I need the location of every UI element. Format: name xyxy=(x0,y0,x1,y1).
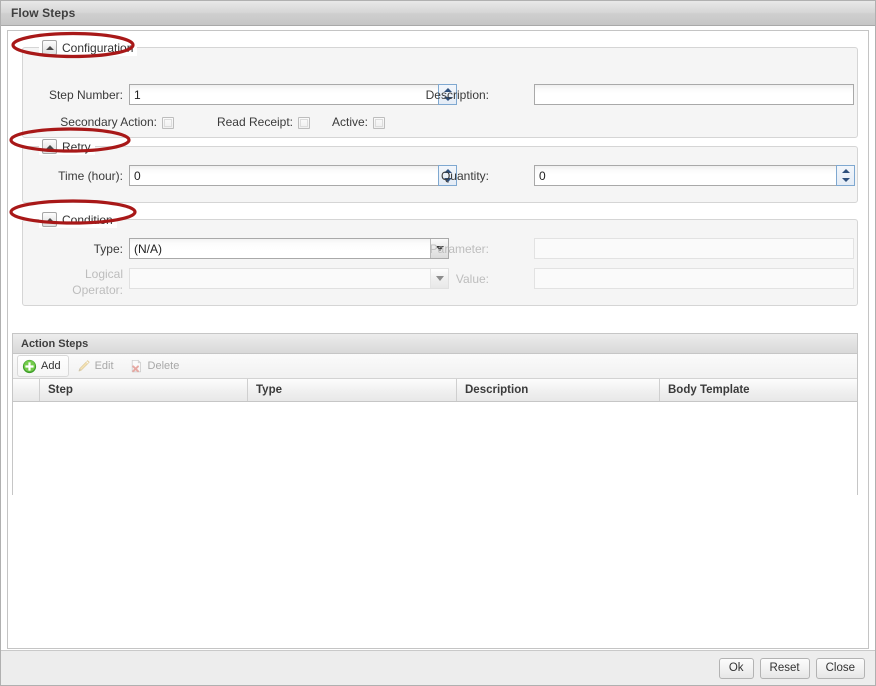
dialog-footer: Ok Reset Close xyxy=(1,650,875,685)
grid-column-type[interactable]: Type xyxy=(248,379,457,401)
plus-circle-icon xyxy=(22,359,37,374)
flow-steps-window: Flow Steps Configuration Step Number: De… xyxy=(0,0,876,686)
configuration-collapse-toggle[interactable] xyxy=(42,40,57,55)
parameter-label: Parameter: xyxy=(429,242,489,256)
delete-page-icon xyxy=(129,359,144,374)
caret-up-icon xyxy=(45,45,54,50)
parameter-input[interactable] xyxy=(534,238,854,259)
form-body: Configuration Step Number: Description: … xyxy=(7,30,869,649)
logical-operator-label-line1: Logical xyxy=(84,267,123,281)
value-input[interactable] xyxy=(534,268,854,289)
retry-time-input[interactable] xyxy=(129,165,439,186)
retry-group: Retry Time (hour): Quantity: xyxy=(22,138,858,203)
action-steps-panel-title: Action Steps xyxy=(21,337,89,350)
condition-type-value: (N/A) xyxy=(134,241,162,256)
caret-up-icon xyxy=(45,217,54,222)
add-button[interactable]: Add xyxy=(17,355,69,377)
action-steps-panel: Action Steps Add Edit Delete Step Type D… xyxy=(12,333,858,495)
ok-button[interactable]: Ok xyxy=(718,657,754,679)
active-checkbox[interactable] xyxy=(373,117,385,129)
delete-button[interactable]: Delete xyxy=(124,355,188,377)
condition-legend-label: Condition xyxy=(62,212,113,227)
grid-column-description[interactable]: Description xyxy=(457,379,660,401)
condition-type-label: Type: xyxy=(93,242,123,256)
retry-collapse-toggle[interactable] xyxy=(42,139,57,154)
action-steps-toolbar: Add Edit Delete xyxy=(13,354,857,379)
retry-quantity-spinner-down[interactable] xyxy=(837,176,854,186)
condition-group: Condition Type: (N/A) Logical Operator: … xyxy=(22,211,858,306)
value-label: Value: xyxy=(455,272,489,286)
action-steps-grid-header: Step Type Description Body Template xyxy=(13,379,857,402)
active-label: Active: xyxy=(331,115,368,129)
read-receipt-label: Read Receipt: xyxy=(216,115,293,129)
grid-column-step[interactable]: Step xyxy=(40,379,248,401)
retry-legend-label: Retry xyxy=(62,139,91,154)
retry-quantity-spinner-up[interactable] xyxy=(837,166,854,176)
description-label: Description: xyxy=(425,88,489,102)
edit-button-label: Edit xyxy=(94,360,114,372)
configuration-legend-label: Configuration xyxy=(62,40,134,55)
grid-column-body-template[interactable]: Body Template xyxy=(660,379,857,401)
read-receipt-checkbox[interactable] xyxy=(298,117,310,129)
caret-up-icon xyxy=(45,144,54,149)
secondary-action-checkbox[interactable] xyxy=(162,117,174,129)
delete-button-label: Delete xyxy=(147,360,180,372)
retry-legend: Retry xyxy=(39,138,95,155)
action-steps-grid-body xyxy=(13,402,857,495)
step-number-input[interactable] xyxy=(129,84,439,105)
retry-quantity-input[interactable] xyxy=(534,165,837,186)
edit-button[interactable]: Edit xyxy=(71,355,122,377)
retry-quantity-spinner[interactable] xyxy=(836,165,855,186)
step-number-label: Step Number: xyxy=(48,88,123,102)
close-button[interactable]: Close xyxy=(815,657,865,679)
window-title-bar: Flow Steps xyxy=(1,1,875,26)
configuration-legend: Configuration xyxy=(39,39,138,56)
reset-button[interactable]: Reset xyxy=(759,657,810,679)
condition-collapse-toggle[interactable] xyxy=(42,212,57,227)
retry-time-label: Time (hour): xyxy=(58,169,123,183)
secondary-action-label: Secondary Action: xyxy=(60,115,157,129)
action-steps-panel-header: Action Steps xyxy=(13,334,857,354)
grid-column-select[interactable] xyxy=(13,379,40,401)
add-button-label: Add xyxy=(41,360,61,372)
configuration-group: Configuration Step Number: Description: … xyxy=(22,39,858,138)
pencil-icon xyxy=(76,359,91,374)
condition-legend: Condition xyxy=(39,211,117,228)
logical-operator-label-line2: Operator: xyxy=(72,283,123,297)
window-title: Flow Steps xyxy=(11,6,76,20)
retry-quantity-label: Quantity: xyxy=(440,169,489,183)
caret-up-icon xyxy=(841,168,850,173)
description-input[interactable] xyxy=(534,84,854,105)
caret-down-icon xyxy=(841,178,850,183)
